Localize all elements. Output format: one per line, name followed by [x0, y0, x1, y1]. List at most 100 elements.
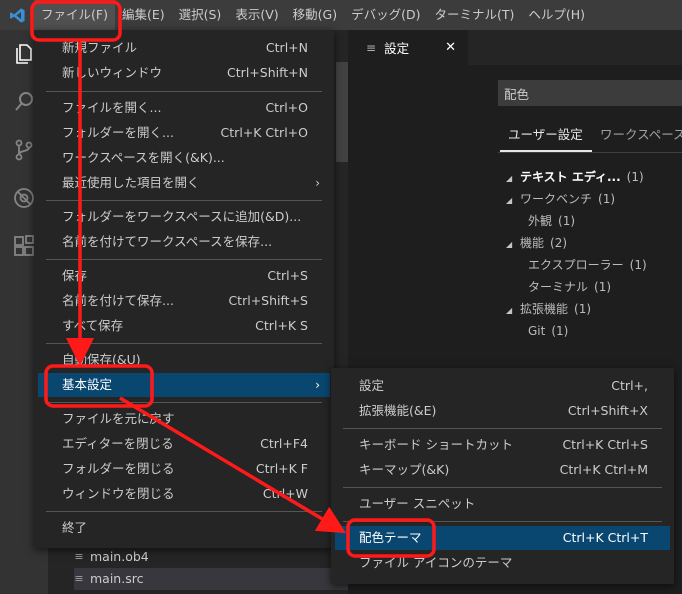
menu-terminal[interactable]: ターミナル(T) — [427, 0, 521, 30]
settings-tab-workspace[interactable]: ワークスペース — [600, 120, 682, 150]
file-lines-icon: ≡ — [74, 572, 84, 585]
toc-item-explorer[interactable]: エクスプローラー (1) — [528, 254, 647, 276]
menu-separator — [46, 402, 322, 403]
toc-label: Git — [528, 324, 546, 338]
menu-item-label: エディターを閉じる — [62, 436, 174, 451]
submenu-item-keymaps[interactable]: キーマップ(&K) Ctrl+K Ctrl+M — [335, 458, 670, 482]
menu-item-shortcut: Ctrl+N — [265, 40, 308, 55]
menu-item-label: 自動保存(&U) — [62, 352, 141, 367]
submenu-item-keyboard-shortcuts[interactable]: キーボード ショートカット Ctrl+K Ctrl+S — [335, 433, 670, 457]
tab-settings[interactable]: ≡ 設定 ✕ — [348, 30, 468, 65]
menu-item-close-window[interactable]: ウィンドウを閉じる Ctrl+W — [38, 482, 330, 506]
menu-item-save-all[interactable]: すべて保存 Ctrl+K S — [38, 314, 330, 338]
menu-item-open-file[interactable]: ファイルを開く... Ctrl+O — [38, 96, 330, 120]
menu-separator — [46, 343, 322, 344]
settings-tab-user[interactable]: ユーザー設定 — [508, 120, 583, 150]
chevron-right-icon: › — [315, 378, 320, 392]
toc-item-workbench[interactable]: ◢ ワークベンチ (1) — [506, 188, 615, 210]
menu-item-save[interactable]: 保存 Ctrl+S — [38, 264, 330, 288]
toc-label: 拡張機能 — [520, 302, 569, 316]
source-control-icon[interactable] — [12, 138, 36, 162]
submenu-item-user-snippets[interactable]: ユーザー スニペット — [335, 492, 670, 516]
settings-search-input[interactable] — [498, 80, 682, 106]
menu-item-close-editor[interactable]: エディターを閉じる Ctrl+F4 — [38, 432, 330, 456]
tab-label: 設定 — [384, 41, 410, 56]
toc-label: ワークベンチ — [520, 192, 593, 206]
extensions-icon[interactable] — [12, 234, 36, 258]
submenu-item-extensions[interactable]: 拡張機能(&E) Ctrl+Shift+X — [335, 399, 670, 423]
menu-item-shortcut: Ctrl+K Ctrl+O — [220, 125, 308, 140]
menu-item-label: ワークスペースを開く(&K)... — [62, 150, 225, 165]
menu-item-label: すべて保存 — [62, 318, 124, 333]
menu-item-label: 拡張機能(&E) — [359, 403, 437, 418]
toc-item-appearance[interactable]: 外観 (1) — [528, 210, 575, 232]
menu-separator — [46, 200, 322, 201]
menu-item-label: 設定 — [359, 378, 385, 393]
menu-edit[interactable]: 編集(E) — [115, 0, 172, 30]
toc-item-features[interactable]: ◢ 機能 (2) — [506, 232, 567, 254]
menu-separator — [46, 91, 322, 92]
search-icon[interactable] — [12, 90, 36, 114]
close-icon[interactable]: ✕ — [445, 40, 456, 55]
menu-item-shortcut: Ctrl+K Ctrl+M — [559, 462, 648, 477]
toc-count: (1) — [598, 192, 616, 206]
menu-file[interactable]: ファイル(F) — [34, 0, 115, 30]
menu-item-add-folder-to-workspace[interactable]: フォルダーをワークスペースに追加(&D)... — [38, 205, 330, 229]
menu-selection[interactable]: 選択(S) — [172, 0, 229, 30]
menu-item-auto-save[interactable]: 自動保存(&U) — [38, 348, 330, 372]
toc-count: (1) — [594, 280, 612, 294]
sidebar-scrollbar[interactable] — [336, 62, 348, 162]
file-item-main-src[interactable]: ≡ main.src — [74, 568, 348, 590]
preferences-submenu: 設定 Ctrl+, 拡張機能(&E) Ctrl+Shift+X キーボード ショート… — [331, 368, 674, 584]
toc-label: 外観 — [528, 214, 553, 228]
menu-item-exit[interactable]: 終了 — [38, 516, 330, 540]
toc-label: エクスプローラー — [528, 258, 624, 272]
menu-item-open-workspace[interactable]: ワークスペースを開く(&K)... — [38, 146, 330, 170]
menu-item-label: ファイル アイコンのテーマ — [359, 555, 513, 570]
toc-item-terminal[interactable]: ターミナル (1) — [528, 276, 611, 298]
menu-view[interactable]: 表示(V) — [228, 0, 285, 30]
menu-item-close-folder[interactable]: フォルダーを閉じる Ctrl+K F — [38, 457, 330, 481]
menu-item-preferences[interactable]: 基本設定 › — [38, 373, 330, 397]
menu-item-label: 新規ファイル — [62, 40, 138, 55]
menu-item-save-workspace-as[interactable]: 名前を付けてワークスペースを保存... — [38, 230, 330, 254]
menu-item-shortcut: Ctrl+K Ctrl+T — [562, 530, 648, 545]
toc-label: テキスト エディ... — [520, 170, 621, 184]
submenu-item-color-theme[interactable]: 配色テーマ Ctrl+K Ctrl+T — [335, 526, 670, 550]
menu-item-new-window[interactable]: 新しいウィンドウ Ctrl+Shift+N — [38, 61, 330, 85]
toc-count: (1) — [574, 302, 592, 316]
debug-icon[interactable] — [12, 186, 36, 210]
menu-item-shortcut: Ctrl+S — [267, 268, 308, 283]
toc-item-text-editor[interactable]: ◢ テキスト エディ... (1) — [506, 166, 644, 188]
file-menu-dropdown: 新規ファイル Ctrl+N 新しいウィンドウ Ctrl+Shift+N ファイルを開… — [34, 30, 334, 548]
menu-item-revert-file[interactable]: ファイルを元に戻す — [38, 407, 330, 431]
settings-file-icon: ≡ — [366, 40, 377, 55]
file-item-main-ob4[interactable]: ≡ main.ob4 — [74, 546, 348, 568]
menu-item-label: 保存 — [62, 268, 88, 283]
submenu-item-file-icon-theme[interactable]: ファイル アイコンのテーマ — [335, 551, 670, 575]
toc-item-extensions[interactable]: ◢ 拡張機能 (1) — [506, 298, 591, 320]
menu-item-shortcut: Ctrl+O — [265, 100, 308, 115]
menu-item-label: 配色テーマ — [359, 530, 422, 545]
menu-item-open-recent[interactable]: 最近使用した項目を開く › — [38, 171, 330, 195]
toc-label: 機能 — [520, 236, 545, 250]
menu-item-new-file[interactable]: 新規ファイル Ctrl+N — [38, 36, 330, 60]
files-icon[interactable] — [12, 42, 36, 66]
menu-item-shortcut: Ctrl+K S — [255, 318, 308, 333]
menu-item-save-as[interactable]: 名前を付けて保存... Ctrl+Shift+S — [38, 289, 330, 313]
menu-item-label: 新しいウィンドウ — [62, 65, 163, 80]
menu-item-open-folder[interactable]: フォルダーを開く... Ctrl+K Ctrl+O — [38, 121, 330, 145]
menu-item-shortcut: Ctrl+K Ctrl+S — [562, 437, 648, 452]
submenu-item-settings[interactable]: 設定 Ctrl+, — [335, 374, 670, 398]
menu-go[interactable]: 移動(G) — [286, 0, 344, 30]
toc-count: (2) — [550, 236, 568, 250]
toc-item-git[interactable]: Git (1) — [528, 320, 568, 342]
menu-debug[interactable]: デバッグ(D) — [344, 0, 427, 30]
menu-item-shortcut: Ctrl+Shift+S — [228, 293, 308, 308]
settings-tabs-divider — [498, 152, 682, 153]
toc-count: (1) — [551, 324, 569, 338]
menu-help[interactable]: ヘルプ(H) — [521, 0, 592, 30]
menu-item-label: フォルダーを閉じる — [62, 461, 175, 476]
menu-item-label: 名前を付けてワークスペースを保存... — [62, 234, 273, 249]
menu-item-label: 基本設定 — [62, 377, 113, 392]
